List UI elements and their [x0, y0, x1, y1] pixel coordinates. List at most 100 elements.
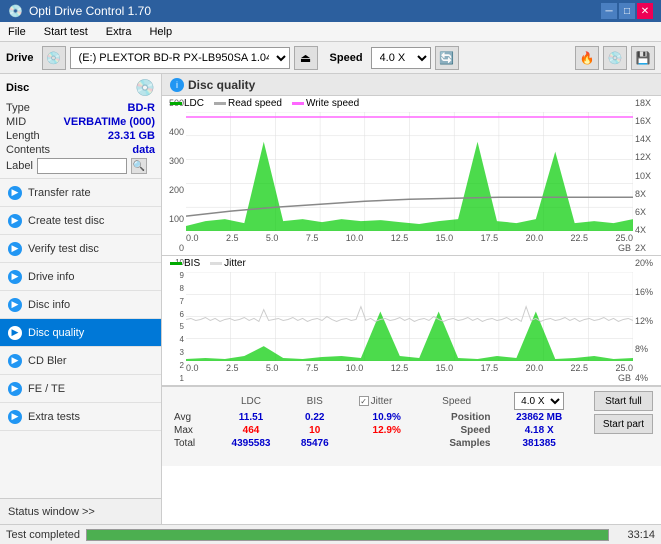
fe-te-icon: ▶: [8, 382, 22, 396]
disc-section: Disc 💿 Type BD-R MID VERBATIMe (000) Len…: [0, 74, 161, 179]
speed-label: Speed: [330, 52, 363, 64]
sidebar-item-disc-quality[interactable]: ▶ Disc quality: [0, 319, 161, 347]
max-ldc: 464: [215, 424, 287, 437]
avg-position: 23862 MB: [494, 411, 583, 424]
disc-type-row: Type BD-R: [6, 102, 155, 114]
disc-contents-row: Contents data: [6, 144, 155, 156]
cd-bler-label: CD Bler: [28, 355, 67, 367]
disc-length-value: 23.31 GB: [108, 130, 155, 142]
start-buttons: Start full Start part: [594, 391, 653, 462]
sidebar-item-transfer-rate[interactable]: ▶ Transfer rate: [0, 179, 161, 207]
stats-table: LDC BIS ✓ Jitter Speed: [170, 391, 584, 462]
disc-type-label: Type: [6, 102, 30, 114]
save-icon[interactable]: 💾: [631, 46, 655, 70]
close-button[interactable]: ✕: [637, 3, 653, 19]
sidebar-item-fe-te[interactable]: ▶ FE / TE: [0, 375, 161, 403]
start-part-button[interactable]: Start part: [594, 414, 653, 434]
left-panel: Disc 💿 Type BD-R MID VERBATIMe (000) Len…: [0, 74, 162, 524]
maximize-button[interactable]: □: [619, 3, 635, 19]
max-speed-val-label: Speed: [419, 424, 495, 437]
refresh-icon[interactable]: 🔄: [435, 46, 459, 70]
status-bar: Test completed 33:14: [0, 524, 661, 544]
disc-label-button[interactable]: 🔍: [131, 158, 147, 174]
disc-type-value: BD-R: [128, 102, 156, 114]
bis-label: BIS: [184, 258, 200, 269]
max-bis: 10: [287, 424, 342, 437]
extra-tests-icon: ▶: [8, 410, 22, 424]
total-bis: 85476: [287, 437, 342, 450]
drive-selector[interactable]: (E:) PLEXTOR BD-R PX-LB950SA 1.04: [70, 47, 290, 69]
total-ldc: 4395583: [215, 437, 287, 450]
sidebar-item-drive-info[interactable]: ▶ Drive info: [0, 263, 161, 291]
burn-icon[interactable]: 🔥: [575, 46, 599, 70]
menu-extra[interactable]: Extra: [102, 26, 136, 38]
jitter-checkbox[interactable]: ✓: [359, 396, 369, 406]
disc-quality-header: i Disc quality: [162, 74, 661, 96]
transfer-rate-icon: ▶: [8, 186, 22, 200]
status-window-button[interactable]: Status window >>: [0, 498, 161, 524]
col-header-jitter: ✓ Jitter: [355, 391, 419, 411]
drive-info-label: Drive info: [28, 271, 74, 283]
col-header-bis: BIS: [287, 391, 342, 411]
disc-quality-label: Disc quality: [28, 327, 84, 339]
col-header-ldc: LDC: [215, 391, 287, 411]
chart2-y-left: 10 9 8 7 6 5 4 3 2 1: [162, 256, 186, 385]
total-label: Total: [170, 437, 215, 450]
chart1-container: LDC Read speed Write speed 500 400: [162, 96, 661, 256]
fe-te-label: FE / TE: [28, 383, 65, 395]
total-spacer2: [355, 437, 419, 450]
toolbar: Drive 💿 (E:) PLEXTOR BD-R PX-LB950SA 1.0…: [0, 42, 661, 74]
menu-start-test[interactable]: Start test: [40, 26, 92, 38]
time-text: 33:14: [615, 529, 655, 541]
start-full-button[interactable]: Start full: [594, 391, 653, 411]
menu-help[interactable]: Help: [145, 26, 176, 38]
charts-area: LDC Read speed Write speed 500 400: [162, 96, 661, 524]
jitter-col-label: Jitter: [371, 396, 393, 407]
ldc-color: [170, 102, 182, 105]
sidebar-item-create-test-disc[interactable]: ▶ Create test disc: [0, 207, 161, 235]
disc-length-label: Length: [6, 130, 40, 142]
chart2-plot: [186, 272, 633, 361]
speed-selector[interactable]: 4.0 X: [371, 47, 431, 69]
extra-tests-label: Extra tests: [28, 411, 80, 423]
disc-mid-label: MID: [6, 116, 26, 128]
stats-max-row: Max 464 10 12.9% Speed 4.18 X: [170, 424, 584, 437]
status-window-label: Status window >>: [8, 506, 95, 518]
jitter-legend-label: Jitter: [224, 258, 246, 269]
disc-mid-row: MID VERBATIMe (000): [6, 116, 155, 128]
disc-icon[interactable]: 💿: [603, 46, 627, 70]
sidebar-item-cd-bler[interactable]: ▶ CD Bler: [0, 347, 161, 375]
create-test-label: Create test disc: [28, 215, 104, 227]
title-bar-left: 💿 Opti Drive Control 1.70: [8, 4, 151, 18]
chart1-legend: LDC Read speed Write speed: [170, 98, 359, 109]
legend-jitter: Jitter: [210, 258, 246, 269]
sidebar-item-verify-test-disc[interactable]: ▶ Verify test disc: [0, 235, 161, 263]
col-header-speed: Speed: [419, 391, 495, 411]
avg-speed-label: Position: [419, 411, 495, 424]
eject-icon[interactable]: ⏏: [294, 46, 318, 70]
chart2-x-unit: GB: [618, 373, 631, 383]
stats-avg-row: Avg 11.51 0.22 10.9% Position 23862 MB: [170, 411, 584, 424]
legend-bis: BIS: [170, 258, 200, 269]
chart1-plot: [186, 112, 633, 231]
max-speed-val: 4.18 X: [494, 424, 583, 437]
menu-file[interactable]: File: [4, 26, 30, 38]
col-header-speed-select: 4.0 X: [494, 391, 583, 411]
minimize-button[interactable]: ─: [601, 3, 617, 19]
legend-read-speed: Read speed: [214, 98, 282, 109]
max-label: Max: [170, 424, 215, 437]
right-panel: i Disc quality LDC Read speed: [162, 74, 661, 524]
sidebar-item-extra-tests[interactable]: ▶ Extra tests: [0, 403, 161, 431]
chart2-container: BIS Jitter 10 9 8 7 6 5 4: [162, 256, 661, 386]
progress-bar-fill: [87, 530, 608, 540]
chart1-svg: [186, 112, 633, 231]
write-speed-label: Write speed: [306, 98, 359, 109]
transfer-rate-label: Transfer rate: [28, 187, 91, 199]
title-bar-controls: ─ □ ✕: [601, 3, 653, 19]
title-bar: 💿 Opti Drive Control 1.70 ─ □ ✕: [0, 0, 661, 22]
disc-label-input[interactable]: [37, 158, 127, 174]
stats-speed-selector[interactable]: 4.0 X: [514, 392, 564, 410]
bis-color: [170, 262, 182, 265]
col-header-empty: [170, 391, 215, 411]
sidebar-item-disc-info[interactable]: ▶ Disc info: [0, 291, 161, 319]
